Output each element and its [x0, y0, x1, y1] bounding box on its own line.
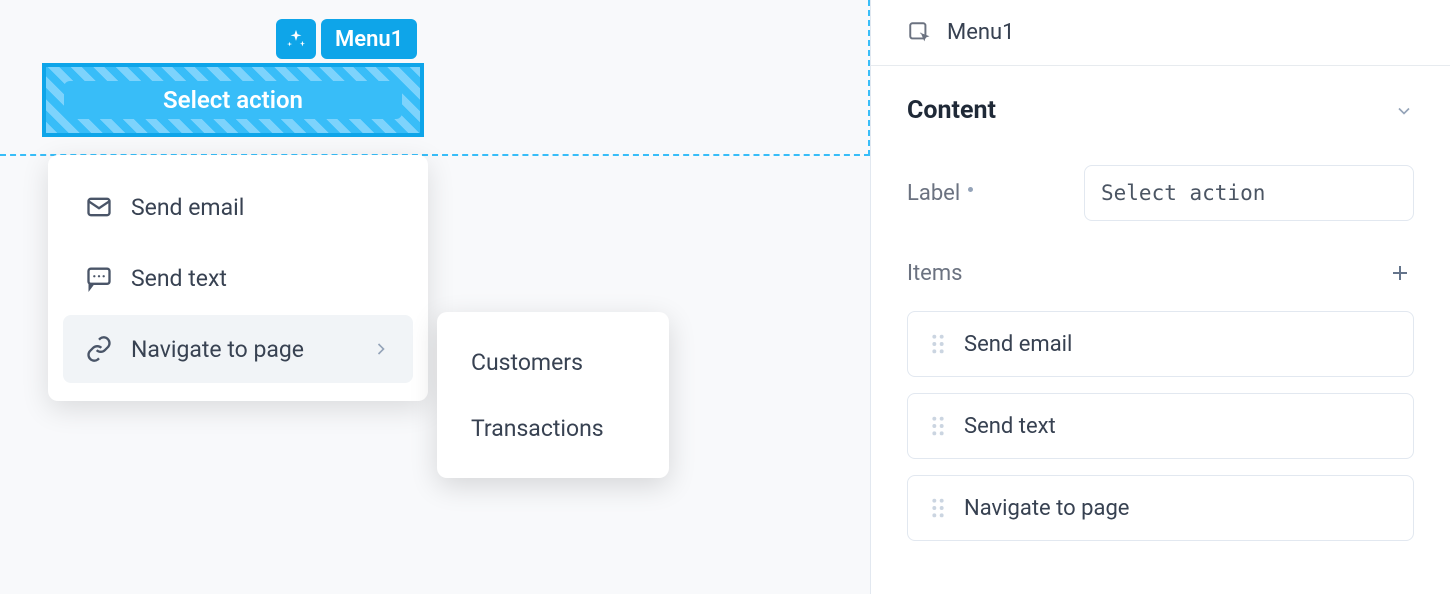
content-section-title: Content [907, 96, 996, 125]
items-heading: Items [907, 261, 963, 286]
menu-item-send-email[interactable]: Send email [63, 173, 413, 241]
items-header: Items [907, 259, 1414, 287]
item-row-label: Navigate to page [964, 496, 1129, 521]
select-action-button[interactable]: Select action [64, 81, 402, 119]
menu-dropdown: Send email Send text Naviga [48, 155, 428, 401]
item-row-label: Send text [964, 414, 1056, 439]
menu-item-label: Navigate to page [131, 336, 304, 363]
chevron-down-icon [1394, 101, 1414, 121]
cursor-select-icon [907, 20, 933, 46]
submenu-item-transactions[interactable]: Transactions [437, 395, 669, 461]
link-icon [85, 335, 113, 363]
item-row-label: Send email [964, 332, 1072, 357]
item-row-send-email[interactable]: Send email [907, 311, 1414, 377]
chevron-right-icon [371, 339, 391, 359]
menu-item-navigate[interactable]: Navigate to page [63, 315, 413, 383]
drag-handle-icon[interactable] [930, 415, 946, 437]
menu-item-send-text[interactable]: Send text [63, 244, 413, 312]
label-field-name: Label [907, 181, 973, 206]
component-badges: Menu1 [276, 19, 417, 59]
drag-handle-icon[interactable] [930, 333, 946, 355]
content-section-header[interactable]: Content [907, 96, 1414, 125]
drag-handle-icon[interactable] [930, 497, 946, 519]
label-field-row: Label [907, 165, 1414, 221]
menu-submenu: Customers Transactions [437, 312, 669, 478]
add-item-button[interactable] [1386, 259, 1414, 287]
label-input[interactable] [1084, 165, 1414, 221]
inspector-panel: Menu1 Content Label Items [870, 0, 1450, 594]
select-action-label: Select action [163, 86, 303, 114]
label-field-text: Label [907, 181, 960, 206]
ai-sparkle-badge[interactable] [276, 19, 316, 59]
item-row-navigate[interactable]: Navigate to page [907, 475, 1414, 541]
submenu-item-label: Transactions [471, 415, 604, 442]
item-row-send-text[interactable]: Send text [907, 393, 1414, 459]
menu-item-label: Send email [131, 194, 244, 221]
plus-icon [1388, 261, 1412, 285]
component-name-badge[interactable]: Menu1 [321, 19, 417, 59]
canvas-area[interactable]: Menu1 Select action Send email [0, 0, 870, 594]
mail-icon [85, 193, 113, 221]
binding-indicator-dot [968, 187, 973, 192]
inspector-title: Menu1 [947, 20, 1015, 45]
selected-menu-component[interactable]: Select action [42, 63, 424, 137]
chat-icon [85, 264, 113, 292]
component-name-text: Menu1 [335, 27, 403, 52]
submenu-item-customers[interactable]: Customers [437, 329, 669, 395]
submenu-item-label: Customers [471, 349, 583, 376]
inspector-header: Menu1 [871, 0, 1450, 66]
sparkle-icon [285, 28, 307, 50]
menu-item-label: Send text [131, 265, 227, 292]
